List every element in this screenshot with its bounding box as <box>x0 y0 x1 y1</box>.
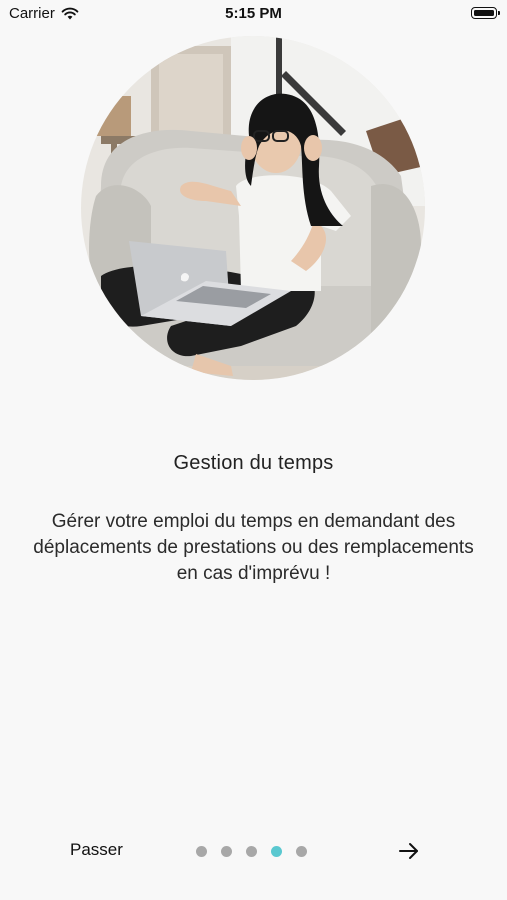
page-dot-3[interactable] <box>246 846 257 857</box>
page-indicator <box>196 846 307 857</box>
page-dot-4-active[interactable] <box>271 846 282 857</box>
status-bar: Carrier 5:15 PM <box>0 0 507 30</box>
hero-image <box>81 36 425 380</box>
page-dot-1[interactable] <box>196 846 207 857</box>
arrow-right-icon <box>399 843 418 859</box>
page-dot-2[interactable] <box>221 846 232 857</box>
skip-button[interactable]: Passer <box>70 840 123 860</box>
slide-title: Gestion du temps <box>173 452 334 474</box>
woman-with-laptop-illustration <box>81 36 425 380</box>
next-button[interactable] <box>396 838 422 864</box>
battery-icon <box>471 7 500 19</box>
status-time: 5:15 PM <box>225 5 282 22</box>
page-dot-5[interactable] <box>296 846 307 857</box>
slide-description: Gérer votre emploi du temps en demandant… <box>33 511 474 584</box>
